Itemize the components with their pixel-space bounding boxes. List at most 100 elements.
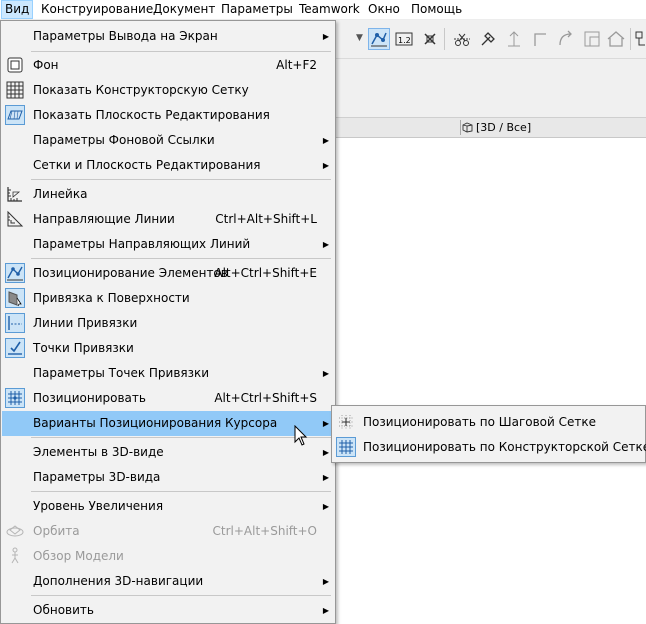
more-icon[interactable]: [634, 29, 646, 49]
menu-help[interactable]: Помощь: [408, 0, 465, 19]
menu-item-ruler[interactable]: Линейка: [2, 182, 334, 207]
menu-item-3d-options[interactable]: Параметры 3D-вида ▶: [2, 465, 334, 490]
menu-separator: [31, 437, 331, 438]
menu-item-shortcut: Ctrl+Alt+Shift+L: [215, 212, 317, 226]
submenu-item-label: Позиционировать по Шаговой Сетке: [363, 415, 597, 429]
menu-item-shortcut: Alt+Ctrl+Shift+E: [214, 266, 317, 280]
menu-separator: [31, 179, 331, 180]
menu-item-zoom-level[interactable]: Уровень Увеличения ▶: [2, 494, 334, 519]
menu-item-label: Дополнения 3D-навигации: [33, 574, 204, 588]
adjust-icon[interactable]: [478, 29, 498, 49]
tab-3d-view[interactable]: [3D / Все]: [462, 119, 531, 136]
resize-icon[interactable]: [582, 29, 602, 49]
menu-item-label: Орбита: [33, 524, 80, 538]
menubar: Вид Конструирование Документ Параметры T…: [0, 0, 646, 20]
menu-item-label: Показать Конструкторскую Сетку: [33, 83, 249, 97]
menu-item-snap-lines[interactable]: Линии Привязки: [2, 311, 334, 336]
menu-item-element-snap[interactable]: Позиционирование Элементов Alt+Ctrl+Shif…: [2, 261, 334, 286]
menu-design[interactable]: Конструирование: [38, 0, 156, 19]
surface-snap-icon: [5, 288, 25, 308]
submenu-arrow-icon: ▶: [322, 502, 329, 511]
edit-plane-icon: [5, 105, 25, 125]
construction-grid-icon: [336, 437, 356, 457]
menu-item-label: Точки Привязки: [33, 341, 134, 355]
guide-lines-icon: [5, 209, 25, 229]
corner-icon[interactable]: [530, 29, 550, 49]
menu-item-background-reference[interactable]: Параметры Фоновой Ссылки ▶: [2, 128, 334, 153]
view-menu-dropdown: Параметры Вывода на Экран ▶ Фон Alt+F2 П…: [0, 20, 336, 624]
rotate-icon[interactable]: [556, 29, 576, 49]
snap-lines-icon: [5, 313, 25, 333]
element-snap-icon: [5, 263, 25, 283]
menu-item-show-grid[interactable]: Показать Конструкторскую Сетку: [2, 78, 334, 103]
elevate-icon[interactable]: [504, 29, 524, 49]
menu-item-label: Уровень Увеличения: [33, 499, 164, 513]
menu-item-label: Параметры Направляющих Линий: [33, 237, 251, 251]
menu-item-show-edit-plane[interactable]: Показать Плоскость Редактирования: [2, 103, 334, 128]
roof-icon[interactable]: [606, 29, 626, 49]
menu-options[interactable]: Параметры: [218, 0, 296, 19]
menu-item-label: Параметры Фоновой Ссылки: [33, 133, 215, 147]
submenu-arrow-icon: ▶: [322, 419, 329, 428]
submenu-arrow-icon: ▶: [322, 473, 329, 482]
menu-item-explore-model: Обзор Модели: [2, 544, 334, 569]
submenu-arrow-icon: ▶: [322, 240, 329, 249]
menu-item-label: Варианты Позиционирования Курсора: [33, 416, 278, 430]
submenu-arrow-icon: ▶: [322, 577, 329, 586]
cursor-snap-submenu: Позиционировать по Шаговой Сетке Позицио…: [331, 405, 646, 463]
tab-separator: [460, 120, 461, 135]
menu-separator: [31, 595, 331, 596]
menu-item-snap-points-options[interactable]: Параметры Точек Привязки ▶: [2, 361, 334, 386]
submenu-arrow-icon: ▶: [322, 32, 329, 41]
dropdown-arrow-icon[interactable]: ▼: [356, 33, 363, 43]
menu-item-label: Позиционирование Элементов: [33, 266, 228, 280]
dimension-icon[interactable]: 1.2: [394, 29, 414, 49]
menu-item-snap[interactable]: Позиционировать Alt+Ctrl+Shift+S: [2, 386, 334, 411]
snap-grid-icon: [5, 388, 25, 408]
menu-item-refresh[interactable]: Обновить ▶: [2, 598, 334, 623]
intersection-icon[interactable]: [420, 29, 440, 49]
menu-item-label: Обзор Модели: [33, 549, 124, 563]
toolbar: ▼ 1.2: [336, 20, 646, 59]
menu-item-shortcut: Alt+F2: [276, 58, 317, 72]
tab-3d-label: [3D / Все]: [476, 121, 532, 134]
submenu-arrow-icon: ▶: [322, 136, 329, 145]
menu-view[interactable]: Вид: [1, 0, 34, 19]
menu-item-label: Параметры Вывода на Экран: [33, 29, 218, 43]
submenu-item-snap-step-grid[interactable]: Позиционировать по Шаговой Сетке: [333, 410, 644, 435]
menu-item-surface-snap[interactable]: Привязка к Поверхности: [2, 286, 334, 311]
menu-separator: [31, 491, 331, 492]
menu-teamwork[interactable]: Teamwork: [296, 0, 363, 19]
menu-item-label: Фон: [33, 58, 59, 72]
grid-icon: [5, 80, 25, 100]
trim-icon[interactable]: [452, 29, 472, 49]
menu-item-orbit: Орбита Ctrl+Alt+Shift+O: [2, 519, 334, 544]
submenu-item-snap-construction-grid[interactable]: Позиционировать по Конструкторской Сетке: [333, 435, 646, 460]
menu-item-grids-and-plane[interactable]: Сетки и Плоскость Редактирования ▶: [2, 153, 334, 178]
menu-item-3d-elements[interactable]: Элементы в 3D-виде ▶: [2, 440, 334, 465]
menu-item-display-options[interactable]: Параметры Вывода на Экран ▶: [2, 24, 334, 49]
menu-document[interactable]: Документ: [150, 0, 218, 19]
view-tabbar: [3D / Все]: [336, 118, 646, 138]
menu-item-guide-lines-options[interactable]: Параметры Направляющих Линий ▶: [2, 232, 334, 257]
walk-icon: [5, 546, 25, 566]
menu-item-label: Элементы в 3D-виде: [33, 445, 164, 459]
positioning-icon[interactable]: [368, 28, 390, 50]
menu-item-label: Сетки и Плоскость Редактирования: [33, 158, 261, 172]
toolbar-separator: [630, 28, 631, 50]
menu-item-background[interactable]: Фон Alt+F2: [2, 53, 334, 78]
menu-item-snap-points[interactable]: Точки Привязки: [2, 336, 334, 361]
menu-item-guide-lines[interactable]: Направляющие Линии Ctrl+Alt+Shift+L: [2, 207, 334, 232]
menu-item-label: Показать Плоскость Редактирования: [33, 108, 270, 122]
menu-item-label: Параметры Точек Привязки: [33, 366, 210, 380]
menu-item-shortcut: Ctrl+Alt+Shift+O: [212, 524, 317, 538]
menu-item-cursor-snap-options[interactable]: Варианты Позиционирования Курсора ▶: [2, 411, 334, 436]
submenu-item-label: Позиционировать по Конструкторской Сетке: [363, 440, 646, 454]
menu-window[interactable]: Окно: [365, 0, 403, 19]
toolbar-secondary: [336, 59, 646, 118]
menu-item-3d-navigation-extras[interactable]: Дополнения 3D-навигации ▶: [2, 569, 334, 594]
menu-separator: [31, 51, 331, 52]
orbit-icon: [5, 521, 25, 541]
submenu-arrow-icon: ▶: [322, 606, 329, 615]
menu-item-label: Направляющие Линии: [33, 212, 175, 226]
